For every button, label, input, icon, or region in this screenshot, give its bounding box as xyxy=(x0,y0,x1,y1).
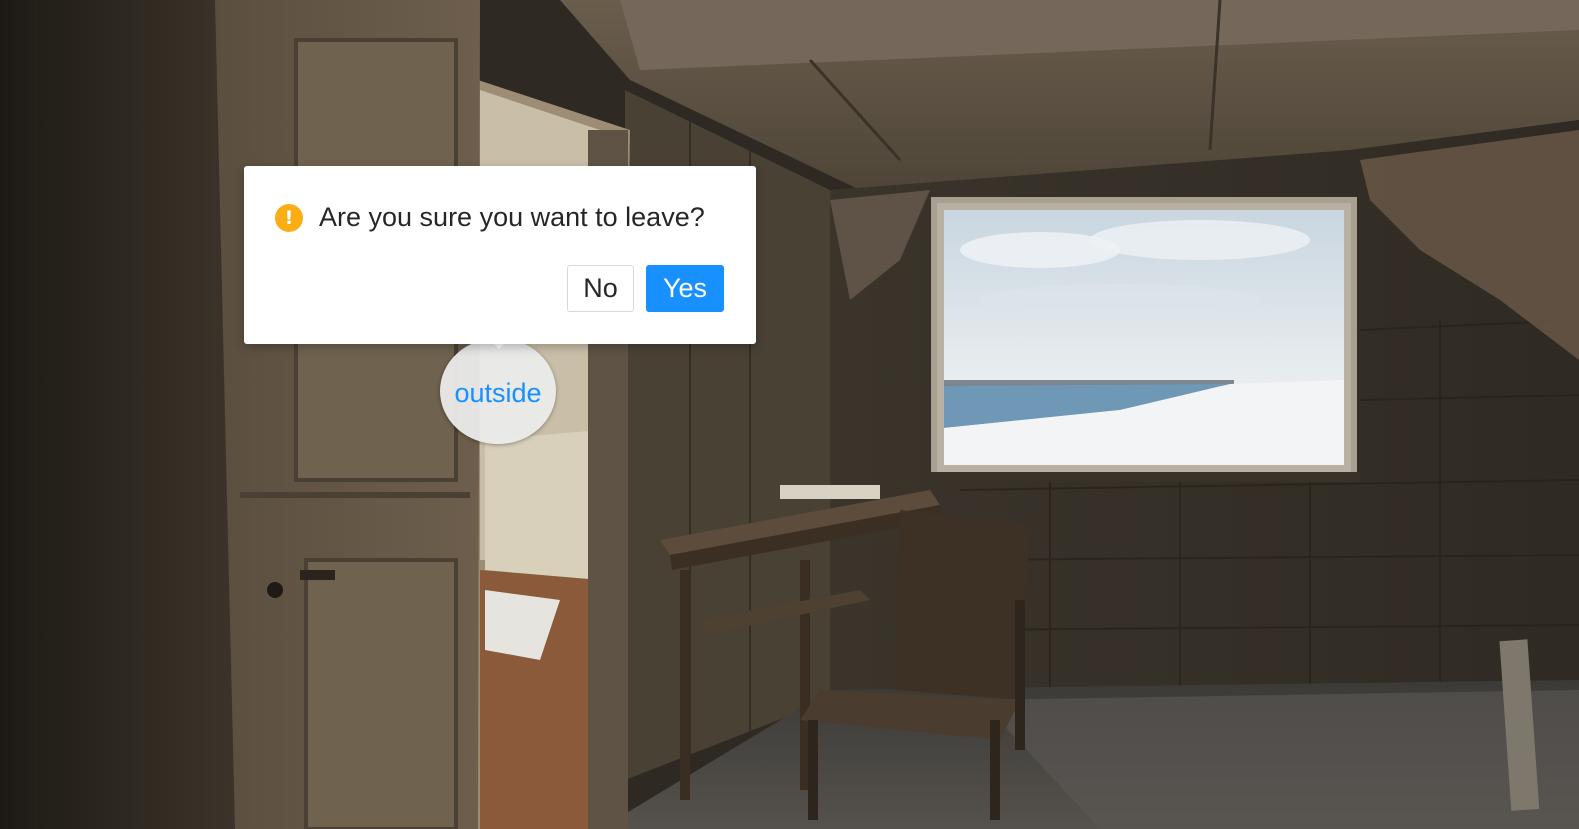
exclamation-circle-icon: ! xyxy=(275,203,303,232)
panorama-viewer[interactable]: outside ! Are you sure you want to leave… xyxy=(0,0,1579,829)
popconfirm-title: Are you sure you want to leave? xyxy=(319,202,705,232)
panorama-scene[interactable] xyxy=(0,0,1579,829)
leave-confirm-popover: ! Are you sure you want to leave? No Yes xyxy=(244,166,756,344)
hotspot-label[interactable]: outside xyxy=(454,378,541,409)
popconfirm-message: ! Are you sure you want to leave? xyxy=(275,202,705,233)
hotspot-outside[interactable]: outside xyxy=(440,338,556,444)
yes-button[interactable]: Yes xyxy=(646,265,724,312)
no-button[interactable]: No xyxy=(567,265,634,312)
popconfirm-buttons: No Yes xyxy=(567,265,724,312)
